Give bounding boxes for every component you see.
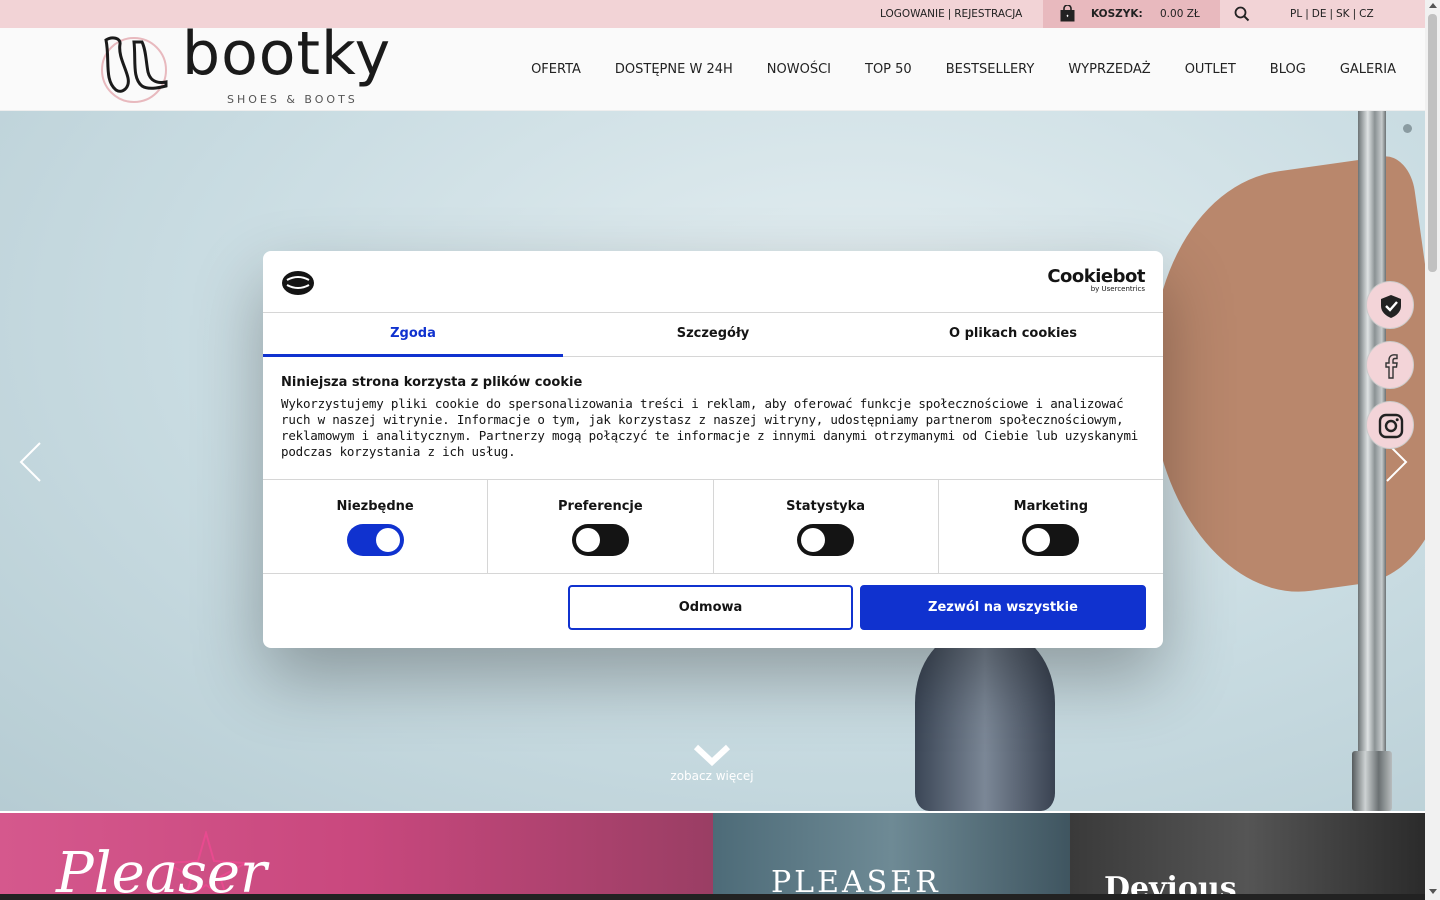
cookie-consent-dialog: Cookiebot by Usercentrics Zgoda Szczegół…	[263, 251, 1163, 648]
see-more-label: zobacz więcej	[670, 769, 754, 783]
cart-label: KOSZYK:	[1091, 8, 1143, 20]
login-link[interactable]: LOGOWANIE	[880, 8, 945, 20]
shield-check-icon	[1381, 295, 1401, 318]
category-marketing: Marketing	[939, 480, 1163, 573]
cookiebot-logo-icon	[282, 271, 314, 295]
category-label: Preferencje	[558, 499, 643, 514]
category-niezbedne: Niezbędne	[263, 480, 489, 573]
brand-logo-pleaser: Pleaser	[56, 841, 267, 900]
category-label: Niezbędne	[336, 499, 414, 514]
lang-de[interactable]: DE	[1312, 8, 1327, 20]
nav-nowosci[interactable]: NOWOŚCI	[767, 62, 831, 77]
cookiebot-brand-name: Cookiebot	[1047, 266, 1145, 287]
shopping-bag-icon	[1060, 5, 1075, 22]
nav-wyprzedaz[interactable]: WYPRZEDAŻ	[1068, 62, 1150, 77]
tab-szczegoly[interactable]: Szczegóły	[563, 313, 863, 356]
lang-pl[interactable]: PL	[1290, 8, 1302, 20]
see-more-link[interactable]: zobacz więcej	[662, 743, 762, 783]
cookiebot-brand-sub: by Usercentrics	[1090, 285, 1145, 293]
tab-zgoda[interactable]: Zgoda	[263, 313, 563, 357]
nav-oferta[interactable]: OFERTA	[531, 62, 581, 77]
nav-bestsellery[interactable]: BESTSELLERY	[946, 62, 1035, 77]
dialog-description: Wykorzystujemy pliki cookie do spersonal…	[281, 396, 1139, 459]
cookiebot-brand[interactable]: Cookiebot by Usercentrics	[1047, 268, 1145, 293]
facebook-icon	[1385, 354, 1398, 379]
register-link[interactable]: REJESTRACJA	[954, 8, 1022, 20]
hero-boot-image	[915, 631, 1055, 811]
social-instagram-button[interactable]	[1366, 401, 1414, 449]
logo[interactable]: bootky SHOES & BOOTS	[96, 12, 406, 112]
chevron-down-icon	[693, 744, 731, 767]
logo-subtitle: SHOES & BOOTS	[227, 93, 358, 106]
category-label: Statystyka	[786, 499, 866, 514]
nav-outlet[interactable]: OUTLET	[1185, 62, 1236, 77]
nav-dostepne-24h[interactable]: DOSTĘPNE W 24H	[615, 62, 733, 77]
slider-prev-arrow-icon[interactable]	[18, 441, 44, 483]
toggle-preferencje[interactable]	[571, 524, 629, 556]
consent-categories: Niezbędne Preferencje Statystyka Marketi…	[263, 479, 1163, 574]
toggle-niezbedne[interactable]	[346, 524, 404, 556]
dialog-header: Cookiebot by Usercentrics	[263, 251, 1163, 313]
brand-tile-pleaser-pink[interactable]: Pleaser	[0, 813, 713, 900]
cart-button[interactable]: KOSZYK: 0.00 ZŁ	[1043, 0, 1220, 28]
category-label: Marketing	[1013, 499, 1089, 514]
logo-boot-icon	[101, 36, 168, 103]
social-facebook-button[interactable]	[1366, 341, 1414, 389]
dialog-body: Niniejsza strona korzysta z plików cooki…	[281, 375, 1147, 460]
auth-links: LOGOWANIE | REJESTRACJA	[880, 8, 1023, 20]
scroll-up-icon[interactable]	[1429, 3, 1437, 8]
main-nav: OFERTA DOSTĘPNE W 24H NOWOŚCI TOP 50 BES…	[497, 62, 1396, 77]
logo-wordmark: bootky	[182, 19, 392, 89]
brand-tile-devious[interactable]: Devious	[1070, 813, 1425, 900]
site-header: bootky SHOES & BOOTS OFERTA DOSTĘPNE W 2…	[0, 24, 1425, 111]
social-shield-button[interactable]	[1366, 281, 1414, 329]
hero-pole-image	[1358, 111, 1386, 811]
page-scrollbar[interactable]	[1425, 0, 1440, 900]
scroll-down-icon[interactable]	[1429, 889, 1437, 894]
slider-dot[interactable]	[1403, 124, 1412, 133]
bottom-bar	[0, 894, 1425, 900]
search-button[interactable]	[1220, 0, 1265, 37]
category-statystyka: Statystyka	[714, 480, 939, 573]
scrollbar-thumb[interactable]	[1428, 14, 1437, 272]
cart-amount: 0.00 ZŁ	[1160, 8, 1200, 20]
nav-galeria[interactable]: GALERIA	[1340, 62, 1396, 77]
toggle-statystyka[interactable]	[797, 524, 855, 556]
decline-button[interactable]: Odmowa	[568, 585, 853, 630]
allow-all-button[interactable]: Zezwól na wszystkie	[860, 585, 1146, 630]
hero-pole-base	[1352, 751, 1392, 811]
language-switcher: PL | DE | SK | CZ	[1290, 8, 1374, 20]
dialog-title: Niniejsza strona korzysta z plików cooki…	[281, 375, 583, 390]
category-preferencje: Preferencje	[488, 480, 714, 573]
lang-sk[interactable]: SK	[1336, 8, 1350, 20]
toggle-marketing[interactable]	[1022, 524, 1080, 556]
nav-top-50[interactable]: TOP 50	[865, 62, 912, 77]
search-icon	[1234, 6, 1250, 22]
brand-tile-pleaser-blue[interactable]: PLEASER	[713, 813, 1070, 900]
dialog-tabs: Zgoda Szczegóły O plikach cookies	[263, 313, 1163, 357]
brand-strip: Pleaser PLEASER Devious	[0, 813, 1425, 900]
tab-o-plikach-cookies[interactable]: O plikach cookies	[863, 313, 1163, 356]
nav-blog[interactable]: BLOG	[1270, 62, 1306, 77]
lang-cz[interactable]: CZ	[1359, 8, 1374, 20]
dialog-actions: Odmowa Zezwól na wszystkie	[568, 585, 1146, 630]
instagram-icon	[1378, 413, 1404, 439]
